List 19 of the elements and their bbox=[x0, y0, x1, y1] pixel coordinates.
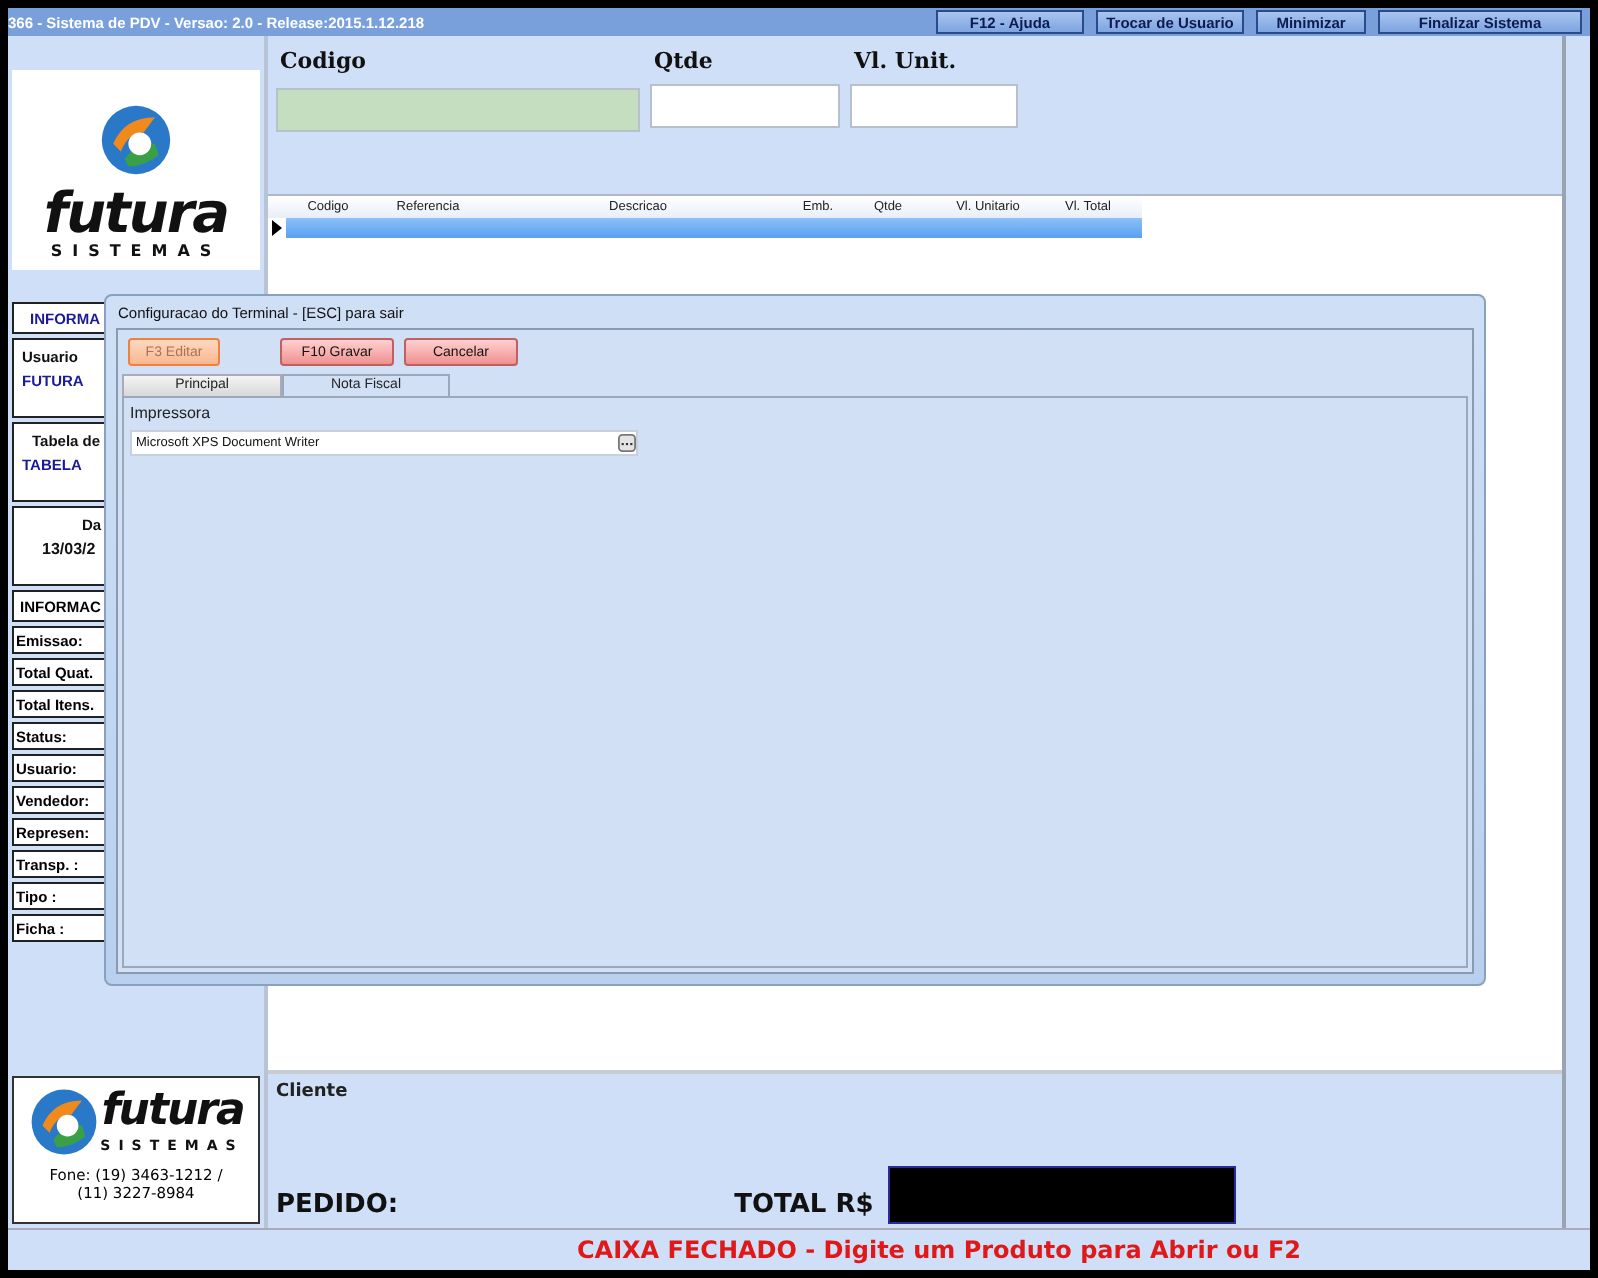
logo-text: futura bbox=[101, 1088, 244, 1136]
code-input[interactable] bbox=[276, 88, 640, 132]
logo-icon bbox=[28, 1086, 101, 1158]
printer-label: Impressora bbox=[130, 404, 213, 422]
browse-icon[interactable] bbox=[618, 434, 636, 452]
unit-price-input[interactable] bbox=[850, 84, 1018, 128]
selected-row[interactable] bbox=[286, 218, 1142, 238]
quantity-input[interactable] bbox=[650, 84, 840, 128]
client-label: Cliente bbox=[276, 1082, 350, 1102]
row-pointer-icon bbox=[272, 220, 282, 236]
status-message: CAIXA FECHADO - Digite um Produto para Abrir ou F2 bbox=[576, 1236, 1301, 1264]
order-label: PEDIDO: bbox=[276, 1190, 399, 1224]
total-label: TOTAL R$ bbox=[734, 1190, 874, 1224]
date-value: 13/03/2 bbox=[40, 540, 96, 558]
code-label: Codigo bbox=[278, 48, 368, 78]
logo-text: futura bbox=[43, 186, 229, 242]
unit-price-label: Vl. Unit. bbox=[852, 48, 959, 78]
quantity-label: Qtde bbox=[652, 48, 715, 78]
logo-tagline: SISTEMAS bbox=[50, 242, 222, 262]
